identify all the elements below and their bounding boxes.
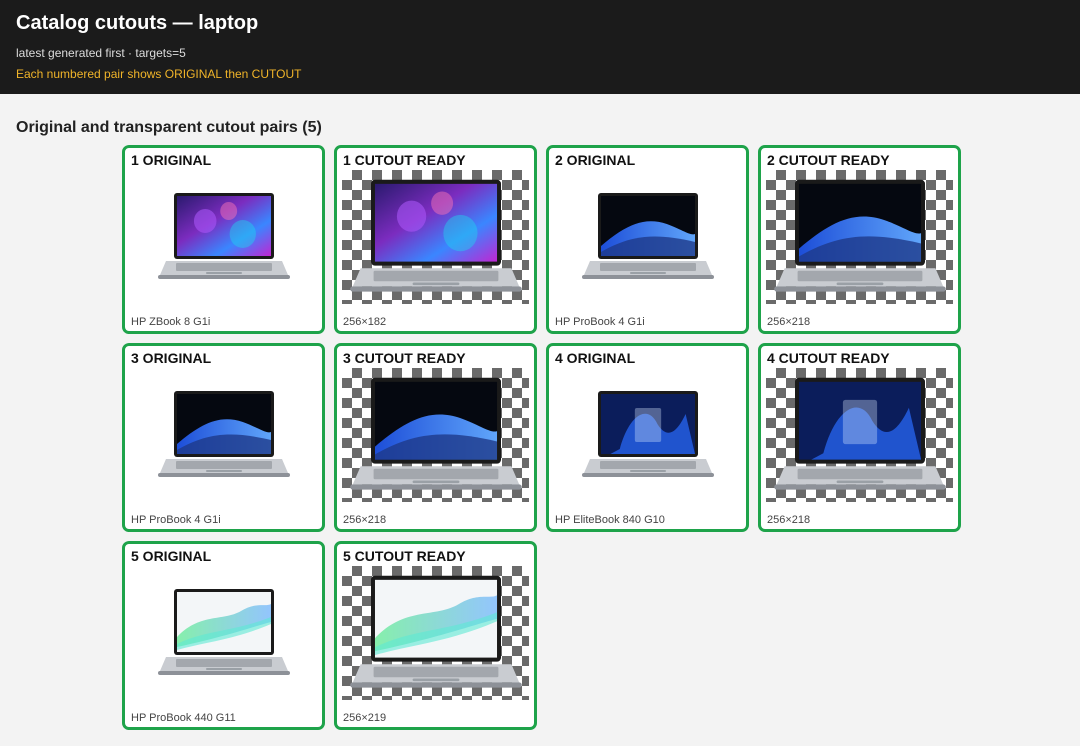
card-label: 1 ORIGINAL — [131, 152, 212, 168]
laptop-image — [554, 368, 741, 502]
laptop-image — [130, 170, 317, 304]
laptop-icon — [773, 179, 946, 292]
card-1-cutout[interactable]: 1 CUTOUT READY 256×182 — [334, 145, 537, 334]
card-5-cutout[interactable]: 5 CUTOUT READY 256×219 — [334, 541, 537, 730]
laptop-icon — [157, 193, 290, 279]
laptop-image — [130, 368, 317, 502]
laptop-image — [130, 566, 317, 700]
card-2-cutout[interactable]: 2 CUTOUT READY 256×218 — [758, 145, 961, 334]
card-caption: HP ProBook 440 G11 — [131, 712, 236, 724]
cutout-grid: 1 ORIGINAL HP ZBook 8 G1i 1 CUTOUT READY — [122, 145, 961, 730]
laptop-icon — [349, 179, 522, 292]
laptop-icon — [581, 193, 714, 279]
card-3-original[interactable]: 3 ORIGINAL HP ProBook 4 G1i — [122, 343, 325, 532]
card-label: 2 ORIGINAL — [555, 152, 636, 168]
card-label: 1 CUTOUT READY — [343, 152, 466, 168]
page-title: Catalog cutouts — laptop — [16, 12, 259, 34]
card-caption: HP ProBook 4 G1i — [555, 316, 645, 328]
laptop-icon — [349, 377, 522, 490]
card-5-original[interactable]: 5 ORIGINAL HP ProBook 440 G11 — [122, 541, 325, 730]
page-subtitle: latest generated first · targets=5 — [16, 46, 186, 60]
laptop-icon — [157, 589, 290, 675]
cutout-image — [342, 368, 529, 502]
laptop-icon — [581, 391, 714, 477]
card-caption: 256×218 — [343, 514, 387, 526]
header-bar: Catalog cutouts — laptop latest generate… — [0, 0, 1080, 94]
cutout-image — [342, 566, 529, 700]
card-label: 2 CUTOUT READY — [767, 152, 890, 168]
cutout-image — [766, 368, 953, 502]
card-caption: 256×218 — [767, 514, 811, 526]
laptop-image — [554, 170, 741, 304]
laptop-icon — [157, 391, 290, 477]
card-label: 3 CUTOUT READY — [343, 350, 466, 366]
card-2-original[interactable]: 2 ORIGINAL HP ProBook 4 G1i — [546, 145, 749, 334]
card-1-original[interactable]: 1 ORIGINAL HP ZBook 8 G1i — [122, 145, 325, 334]
card-caption: HP EliteBook 840 G10 — [555, 514, 665, 526]
page-note: Each numbered pair shows ORIGINAL then C… — [16, 67, 302, 81]
card-4-cutout[interactable]: 4 CUTOUT READY 256×218 — [758, 343, 961, 532]
laptop-icon — [349, 575, 522, 688]
cutout-image — [766, 170, 953, 304]
cutout-image — [342, 170, 529, 304]
card-caption: 256×182 — [343, 316, 387, 328]
card-3-cutout[interactable]: 3 CUTOUT READY 256×218 — [334, 343, 537, 532]
card-caption: HP ZBook 8 G1i — [131, 316, 211, 328]
card-caption: 256×218 — [767, 316, 811, 328]
card-caption: HP ProBook 4 G1i — [131, 514, 221, 526]
card-4-original[interactable]: 4 ORIGINAL HP EliteBook 840 G10 — [546, 343, 749, 532]
card-label: 3 ORIGINAL — [131, 350, 212, 366]
card-label: 4 CUTOUT READY — [767, 350, 890, 366]
card-label: 5 ORIGINAL — [131, 548, 212, 564]
card-label: 4 ORIGINAL — [555, 350, 636, 366]
card-caption: 256×219 — [343, 712, 387, 724]
card-label: 5 CUTOUT READY — [343, 548, 466, 564]
section-title: Original and transparent cutout pairs (5… — [16, 119, 322, 136]
laptop-icon — [773, 377, 946, 490]
